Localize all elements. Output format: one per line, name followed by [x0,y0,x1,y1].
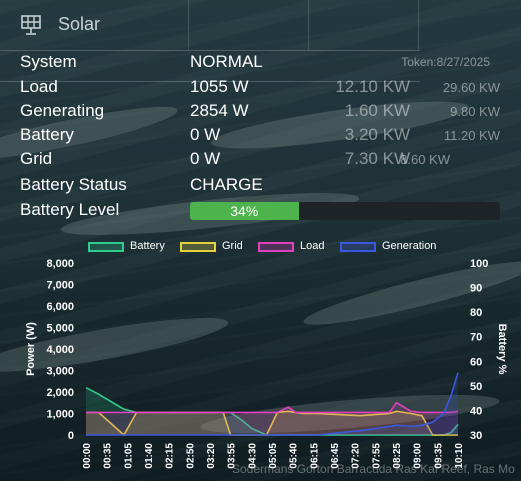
x-tick-label: 00:35 [103,443,114,469]
row-total: 12.10 KW [335,77,410,96]
divider [0,50,420,51]
row-value: 0 W [190,125,221,144]
token-date: Token:8/27/2025 [401,55,490,69]
generating-row: Generating 2854 W 1.60 KW 9.80 KW [20,101,510,125]
battery-level-text: 34% [230,203,259,219]
power-chart: 8,000 7,000 6,000 5,000 4,000 3,000 2,000 1,000… [25,258,508,469]
y2-tick-label: 100 [470,258,488,270]
x-tick-label: 01:05 [123,443,134,469]
page-title: Solar [58,14,101,34]
y-tick-label: 6,000 [46,301,74,313]
row-secondary-total: 11.20 KW [443,128,500,143]
y2-tick-label: 90 [470,283,482,295]
x-tick-label: 00:00 [82,443,93,469]
row-secondary-total: 29.60 KW [442,80,500,95]
y2-axis-title: Battery % [496,324,508,375]
y2-tick-label: 80 [470,307,482,319]
row-value: CHARGE [190,175,263,194]
y-tick-label: 0 [68,430,74,442]
x-tick-label: 02:15 [165,443,176,469]
row-value: NORMAL [190,52,263,71]
y-tick-label: 2,000 [46,387,74,399]
y2-tick-label: 40 [470,405,482,417]
y2-tick-label: 50 [470,381,482,393]
y-tick-label: 5,000 [46,323,74,335]
y-tick-label: 3,000 [46,366,74,378]
row-total: 1.60 KW [344,101,410,120]
y-tick-label: 1,000 [46,409,74,421]
y-tick-label: 4,000 [46,344,74,356]
x-tick-label: 02:50 [185,443,196,469]
header: Solar [0,0,521,50]
solar-panel-icon [21,15,41,35]
row-label: Battery [20,125,74,144]
row-label: Grid [20,149,53,168]
battery-level-bar: 34% [190,202,500,220]
y-axis-title: Power (W) [25,322,37,376]
row-label: Battery Status [20,175,127,194]
load-row: Load 1055 W 12.10 KW 29.60 KW [20,77,510,101]
row-secondary-total: 9.80 KW [450,104,500,119]
x-tick-label: 01:40 [144,443,155,469]
x-tick-label: 03:20 [206,443,217,469]
battery-level-row: Battery Level 34% [20,200,510,224]
row-value: 1055 W [190,77,249,96]
row-value: 0 W [190,149,221,168]
battery-row: Battery 0 W 3.20 KW 11.20 KW [20,125,510,149]
row-value: 2854 W [190,101,249,120]
row-secondary-total: 8.60 KW [400,152,450,167]
grid-row: Grid 0 W 7.30 KW 8.60 KW [20,149,510,173]
battery-status-row: Battery Status CHARGE [20,175,510,199]
y2-tick-label: 30 [470,430,482,442]
row-total: 3.20 KW [344,125,410,144]
row-label: Battery Level [20,200,120,219]
y2-tick-label: 70 [470,332,482,344]
y2-tick-label: 60 [470,356,482,368]
system-row: System NORMAL Token:8/27/2025 [20,52,510,76]
row-label: Load [20,77,58,96]
row-label: System [20,52,77,71]
row-label: Generating [20,101,105,120]
y-tick-label: 7,000 [46,280,74,292]
background-caption: Sodermans Gorton Barracuda Ras Kaf Reef,… [232,462,515,476]
y-tick-label: 8,000 [46,258,74,270]
